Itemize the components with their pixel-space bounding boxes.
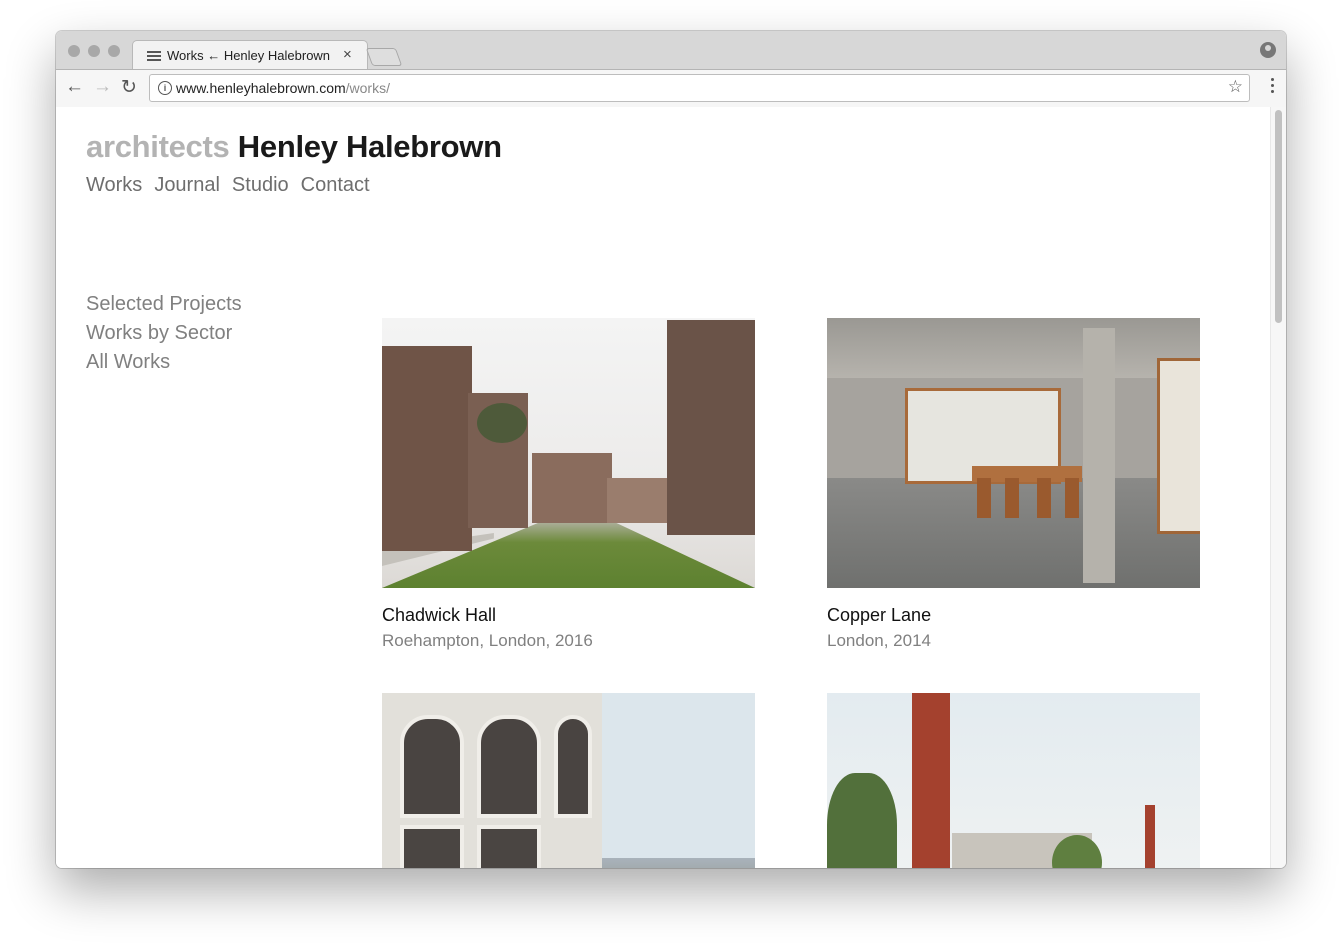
browser-window: Works ← Henley Halebrown × ← → ↻ i www.h… <box>56 31 1286 868</box>
project-image[interactable] <box>382 318 755 588</box>
project-card-copper-lane[interactable]: Copper Lane London, 2014 <box>827 318 1200 651</box>
project-title[interactable]: Copper Lane <box>827 605 1200 626</box>
page-viewport: architects Henley Halebrown Works Journal… <box>56 107 1286 868</box>
reload-icon[interactable]: ↻ <box>121 76 137 99</box>
url-text[interactable]: www.henleyhalebrown.com/works/ <box>176 80 390 96</box>
back-arrow-icon[interactable]: ← <box>65 76 84 98</box>
browser-tab[interactable]: Works ← Henley Halebrown × <box>132 40 368 71</box>
main-nav: Works Journal Studio Contact <box>86 174 382 197</box>
project-meta: London, 2014 <box>827 631 931 650</box>
title-bar: Works ← Henley Halebrown × <box>56 31 1286 71</box>
nav-contact[interactable]: Contact <box>301 174 370 196</box>
tab-close-icon[interactable]: × <box>343 46 352 63</box>
site-logo[interactable]: architects Henley Halebrown <box>86 129 502 165</box>
site-favicon-icon <box>147 51 161 61</box>
maximize-window-icon[interactable] <box>108 45 120 57</box>
subnav-selected-projects[interactable]: Selected Projects <box>86 290 242 319</box>
tab-title: Works ← Henley Halebrown <box>167 48 331 63</box>
page-scrollbar[interactable] <box>1270 107 1286 868</box>
scrollbar-thumb[interactable] <box>1275 110 1282 323</box>
close-window-icon[interactable] <box>68 45 80 57</box>
project-card-3[interactable] <box>382 693 755 868</box>
project-card-chadwick-hall[interactable]: Chadwick Hall Roehampton, London, 2016 <box>382 318 755 651</box>
bookmark-star-icon[interactable]: ☆ <box>1228 77 1243 97</box>
minimize-window-icon[interactable] <box>88 45 100 57</box>
forward-arrow-icon[interactable]: → <box>93 76 112 98</box>
subnav-works-by-sector[interactable]: Works by Sector <box>86 319 242 348</box>
new-tab-button[interactable] <box>365 48 403 66</box>
profile-icon[interactable] <box>1260 42 1276 58</box>
browser-toolbar: ← → ↻ i www.henleyhalebrown.com/works/ ☆ <box>56 69 1286 108</box>
project-image[interactable] <box>827 318 1200 588</box>
project-image[interactable] <box>827 693 1200 868</box>
works-subnav: Selected Projects Works by Sector All Wo… <box>86 290 242 377</box>
nav-works[interactable]: Works <box>86 174 142 196</box>
nav-journal[interactable]: Journal <box>154 174 220 196</box>
project-image[interactable] <box>382 693 755 868</box>
address-bar[interactable]: i www.henleyhalebrown.com/works/ ☆ <box>149 74 1250 102</box>
subnav-all-works[interactable]: All Works <box>86 348 242 377</box>
project-card-4[interactable] <box>827 693 1200 868</box>
project-title[interactable]: Chadwick Hall <box>382 605 755 626</box>
project-meta: Roehampton, London, 2016 <box>382 631 593 650</box>
browser-menu-icon[interactable] <box>1271 78 1274 96</box>
info-icon[interactable]: i <box>158 81 172 95</box>
nav-studio[interactable]: Studio <box>232 174 289 196</box>
